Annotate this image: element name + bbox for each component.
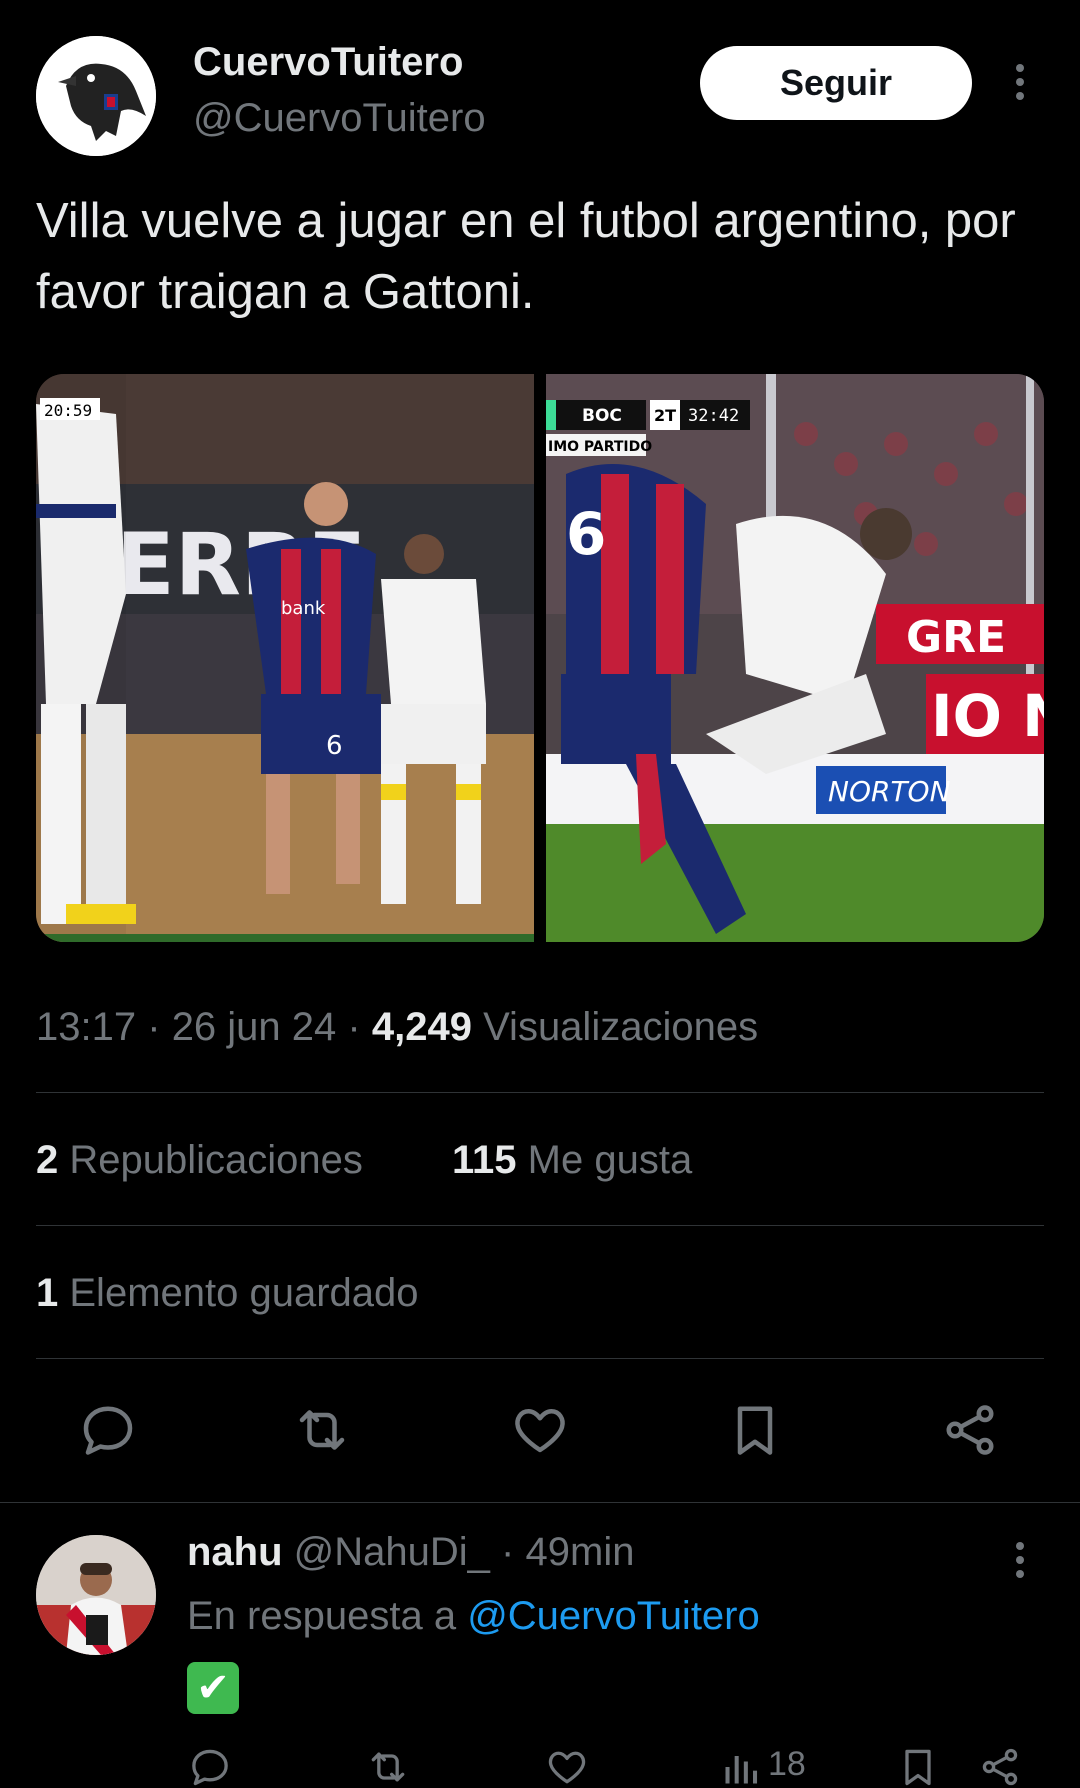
tweet-media[interactable]: ERRE bank 6 20:59 GRE IO NORTON 6 BOC 2T… xyxy=(36,374,1044,942)
reply-time[interactable]: 49min xyxy=(526,1530,635,1574)
follow-button[interactable]: Seguir xyxy=(700,46,972,120)
reply-header: nahu @NahuDi_ · 49min xyxy=(187,1530,635,1574)
reply-like-icon[interactable] xyxy=(545,1745,589,1788)
reply-views-count: 18 xyxy=(768,1745,806,1783)
reply-handle[interactable]: @NahuDi_ xyxy=(294,1530,490,1574)
reply-reply-icon[interactable] xyxy=(188,1745,232,1788)
divider xyxy=(36,1225,1044,1226)
stadium-banner-text-2: IO N xyxy=(931,682,1044,750)
saves-label: Elemento guardado xyxy=(69,1271,419,1315)
reply-avatar[interactable] xyxy=(36,1535,156,1655)
reply-repost-icon[interactable] xyxy=(366,1745,410,1788)
score-caption: IMO PARTIDO xyxy=(548,439,652,455)
tweet-time: 13:17 xyxy=(36,1005,137,1049)
views-label: Visualizaciones xyxy=(483,1005,759,1049)
reply-icon[interactable] xyxy=(78,1400,138,1460)
likes-label: Me gusta xyxy=(527,1138,693,1182)
saves-count: 1 xyxy=(36,1271,59,1315)
media-image-left[interactable]: ERRE bank 6 20:59 xyxy=(36,374,534,942)
views-chart-icon xyxy=(725,1756,758,1784)
reply-context: En respuesta a @CuervoTuitero xyxy=(187,1594,760,1639)
media-image-right[interactable]: GRE IO N NORTON 6 BOC 2T xyxy=(546,374,1044,942)
author-display-name[interactable]: CuervoTuitero xyxy=(193,40,463,85)
reposts-label: Republicaciones xyxy=(69,1138,363,1182)
crow-logo-icon xyxy=(36,36,156,156)
jersey-number-left: 6 xyxy=(326,731,343,761)
reposts-stat[interactable]: 2 Republicaciones xyxy=(36,1138,363,1183)
reply-bookmark-icon[interactable] xyxy=(896,1745,940,1788)
score-half: 2T xyxy=(654,406,676,425)
tweet-meta: 13:17 · 26 jun 24 · 4,249 Visualizacione… xyxy=(36,1005,759,1049)
ad-board-text: NORTON xyxy=(828,775,951,808)
reply-to-label: En respuesta a xyxy=(187,1594,457,1638)
author-avatar[interactable] xyxy=(36,36,156,156)
likes-count: 115 xyxy=(452,1138,517,1182)
reply-display-name[interactable]: nahu xyxy=(187,1530,283,1574)
divider xyxy=(36,1092,1044,1093)
more-options-icon[interactable] xyxy=(1000,62,1040,102)
stadium-banner-text: GRE xyxy=(906,612,1006,663)
jersey-number-right: 6 xyxy=(566,500,606,568)
score-clock: 32:42 xyxy=(688,406,739,426)
score-team: BOC xyxy=(582,406,622,426)
divider xyxy=(0,1502,1080,1503)
reposts-count: 2 xyxy=(36,1138,59,1182)
jersey-sponsor-text: bank xyxy=(281,598,326,619)
author-handle[interactable]: @CuervoTuitero xyxy=(193,96,486,141)
reply-more-options-icon[interactable] xyxy=(1000,1540,1040,1580)
likes-stat[interactable]: 115 Me gusta xyxy=(452,1138,692,1183)
tweet-date: 26 jun 24 xyxy=(171,1005,337,1049)
view-count: 4,249 xyxy=(371,1005,472,1049)
tweet-text: Villa vuelve a jugar en el futbol argent… xyxy=(36,194,1016,319)
like-icon[interactable] xyxy=(510,1400,570,1460)
reply-mention-link[interactable]: @CuervoTuitero xyxy=(467,1594,760,1638)
saves-stat[interactable]: 1 Elemento guardado xyxy=(36,1271,419,1316)
bookmark-icon[interactable] xyxy=(725,1400,785,1460)
reply-share-icon[interactable] xyxy=(978,1745,1022,1788)
clip-timer: 20:59 xyxy=(44,401,92,420)
share-icon[interactable] xyxy=(940,1400,1000,1460)
reply-views[interactable]: 18 xyxy=(720,1745,806,1788)
repost-icon[interactable] xyxy=(292,1400,352,1460)
check-mark-emoji: ✔ xyxy=(187,1662,239,1714)
divider xyxy=(36,1358,1044,1359)
